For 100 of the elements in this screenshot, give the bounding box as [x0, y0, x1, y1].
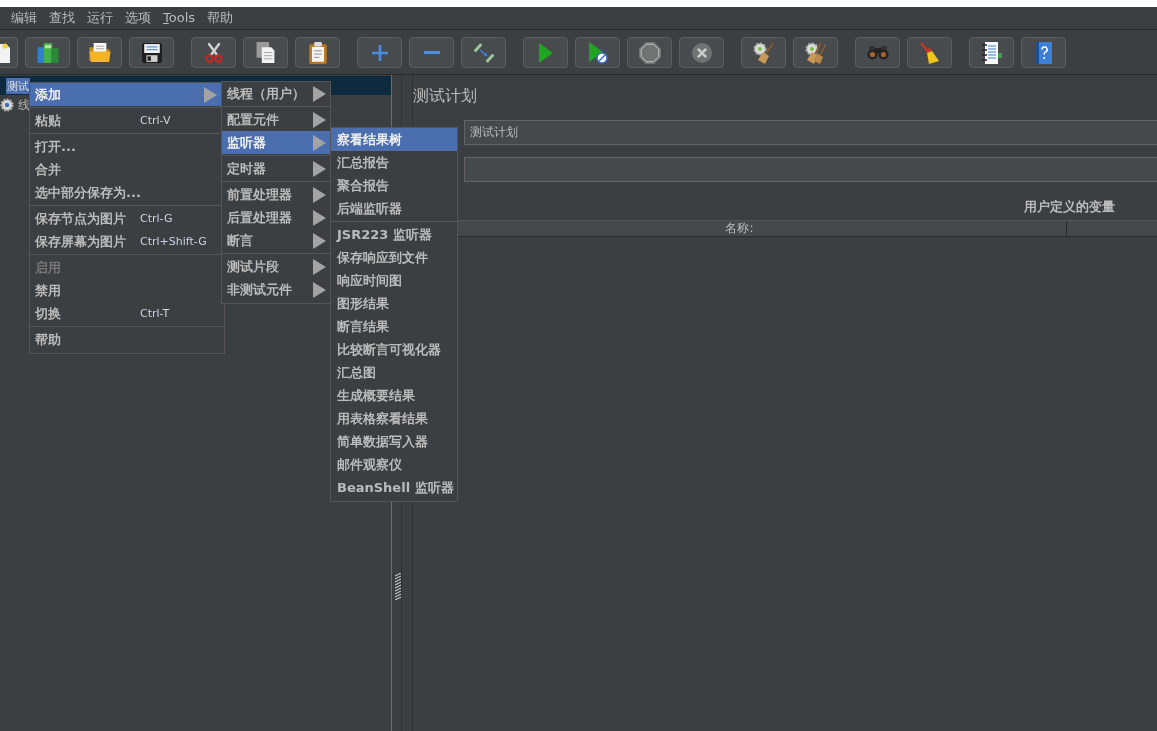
shortcut-label: Ctrl-T — [140, 307, 170, 320]
stop-sign-icon — [638, 41, 661, 64]
shortcut-label: Ctrl+Shift-G — [140, 235, 207, 248]
cut-button[interactable] — [191, 37, 236, 68]
play-circle-slash-icon — [587, 41, 608, 64]
tree-item[interactable]: 测试 — [6, 77, 30, 94]
menu-item[interactable]: 保存响应到文件 — [331, 246, 457, 269]
menu-item[interactable]: 配置元件 — [222, 108, 330, 131]
function-helper-button[interactable] — [969, 37, 1014, 68]
toggle-button[interactable] — [461, 37, 506, 68]
submenu-arrow-icon — [313, 186, 326, 203]
menu-item[interactable]: 断言结果 — [331, 315, 457, 338]
menu-item[interactable]: 用表格察看结果 — [331, 407, 457, 430]
menu-item[interactable]: 聚合报告 — [331, 174, 457, 197]
copy-icon — [255, 42, 276, 63]
menu-item[interactable]: 汇总图 — [331, 361, 457, 384]
plus-icon — [371, 44, 388, 61]
menu-item[interactable]: 选中部分保存为... — [30, 181, 224, 204]
submenu-arrow-icon — [204, 86, 217, 103]
shortcut-label: Ctrl-G — [140, 212, 173, 225]
minus-icon — [423, 51, 440, 54]
menu-item[interactable]: 帮助 — [201, 8, 240, 28]
shortcut-label: Ctrl-V — [140, 114, 171, 127]
submenu-arrow-icon — [313, 160, 326, 177]
menu-item[interactable]: 响应时间图 — [331, 269, 457, 292]
gear-brooms-icon — [805, 41, 826, 64]
submenu-arrow-icon — [313, 134, 326, 151]
section-title: 用户定义的变量 — [1024, 198, 1115, 215]
menu-item[interactable]: 测试片段 — [222, 255, 330, 278]
pens-icon — [473, 42, 494, 63]
menu-item[interactable]: 运行 — [81, 8, 119, 28]
menu-item[interactable]: 生成概要结果 — [331, 384, 457, 407]
reset-search-button[interactable] — [907, 37, 952, 68]
notebook-icon — [981, 41, 1002, 64]
paste-button[interactable] — [295, 37, 340, 68]
menu-item[interactable]: 打开... — [30, 135, 224, 158]
menu-item[interactable]: 监听器 — [222, 131, 330, 154]
templates-button[interactable] — [25, 37, 70, 68]
document-icon — [0, 42, 10, 63]
start-button[interactable] — [523, 37, 568, 68]
x-circle-icon — [691, 42, 712, 63]
menu-item[interactable]: 帮助 — [30, 328, 224, 351]
binoculars-icon — [866, 45, 889, 60]
books-icon — [36, 42, 59, 63]
text-field[interactable] — [464, 157, 1157, 182]
menu-item[interactable]: 线程（用户） — [222, 82, 330, 105]
menu-item[interactable]: 图形结果 — [331, 292, 457, 315]
menu-item[interactable]: 后置处理器 — [222, 206, 330, 229]
submenu-arrow-icon — [313, 85, 326, 102]
tree-item[interactable]: 线 — [0, 96, 31, 113]
splitter-handle[interactable] — [395, 573, 401, 600]
clear-all-button[interactable] — [793, 37, 838, 68]
menu-item[interactable]: 添加 — [30, 83, 224, 106]
collapse-button[interactable] — [409, 37, 454, 68]
menu-item[interactable]: 邮件观察仪 — [331, 453, 457, 476]
help-button[interactable] — [1021, 37, 1066, 68]
clear-button[interactable] — [741, 37, 786, 68]
menu-item[interactable]: 前置处理器 — [222, 183, 330, 206]
menu-item[interactable]: 定时器 — [222, 157, 330, 180]
folder-icon — [88, 43, 111, 62]
new-button[interactable] — [0, 37, 18, 68]
panel-title: 测试计划 — [413, 85, 477, 107]
menu-item[interactable]: 编辑 — [5, 8, 43, 28]
submenu-arrow-icon — [313, 232, 326, 249]
menu-item[interactable]: 比较断言可视化器 — [331, 338, 457, 361]
copy-button[interactable] — [243, 37, 288, 68]
scissors-icon — [204, 41, 223, 64]
menu-item[interactable]: 非测试元件 — [222, 278, 330, 301]
help-book-icon — [1035, 41, 1052, 64]
menu-item[interactable]: 选项 — [119, 8, 157, 28]
menu-item[interactable]: 后端监听器 — [331, 197, 457, 220]
clipboard-icon — [308, 41, 327, 64]
menu-item[interactable]: 保存屏幕为图片 Ctrl+Shift-G — [30, 230, 224, 253]
menu-item[interactable]: 切换 Ctrl-T — [30, 302, 224, 325]
broom-icon — [919, 41, 940, 64]
submenu-arrow-icon — [313, 281, 326, 298]
search-button[interactable] — [855, 37, 900, 68]
submenu-arrow-icon — [313, 111, 326, 128]
text-field[interactable]: 测试计划 — [464, 120, 1157, 145]
menu-item[interactable]: 禁用 — [30, 279, 224, 302]
gear-broom-icon — [753, 41, 774, 64]
menu-item[interactable]: 简单数据写入器 — [331, 430, 457, 453]
play-icon — [538, 42, 553, 63]
menu-item[interactable]: Tools — [157, 8, 202, 28]
menu-item[interactable]: 保存节点为图片 Ctrl-G — [30, 207, 224, 230]
open-button[interactable] — [77, 37, 122, 68]
menu-item[interactable]: BeanShell 监听器 — [331, 476, 457, 499]
menu-item[interactable]: 合并 — [30, 158, 224, 181]
menu-item[interactable]: 察看结果树 — [331, 128, 457, 151]
menu-item[interactable]: 断言 — [222, 229, 330, 252]
submenu-arrow-icon — [313, 209, 326, 226]
start-no-pauses-button[interactable] — [575, 37, 620, 68]
save-icon — [141, 42, 162, 63]
menu-item[interactable]: 粘贴 Ctrl-V — [30, 109, 224, 132]
save-button[interactable] — [129, 37, 174, 68]
expand-button[interactable] — [357, 37, 402, 68]
menu-item[interactable]: 查找 — [43, 8, 81, 28]
menu-item[interactable]: 汇总报告 — [331, 151, 457, 174]
submenu-arrow-icon — [313, 258, 326, 275]
gear-icon — [0, 97, 14, 112]
